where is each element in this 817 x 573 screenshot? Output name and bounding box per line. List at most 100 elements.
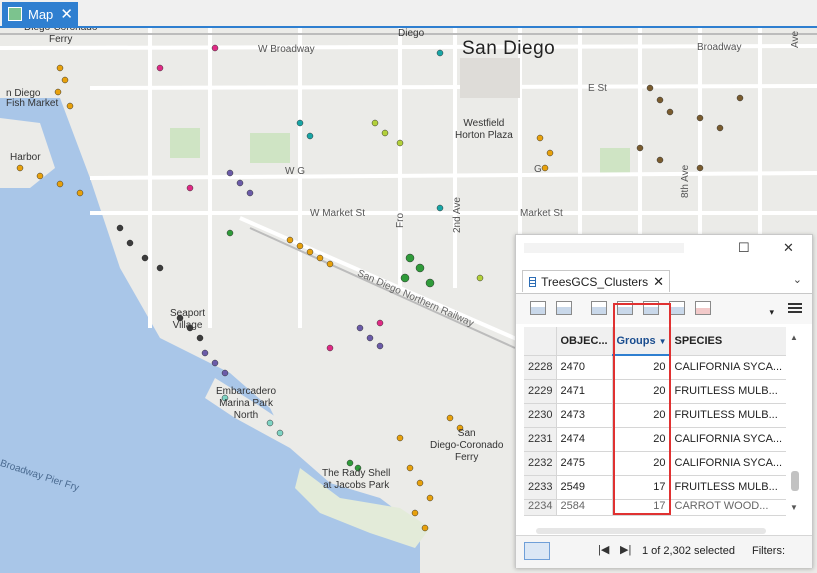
table-status-bar: |◀ ▶| 1 of 2,302 selected Filters: <box>516 535 812 568</box>
rady-shell-label: The Rady Shell at Jacobs Park <box>322 468 391 491</box>
filters-label[interactable]: Filters: <box>752 545 785 557</box>
tab-map[interactable]: Map ✕ <box>2 2 78 26</box>
scroll-up-icon[interactable]: ▲ <box>790 333 798 342</box>
table-row[interactable]: 2230 2473 20 FRUITLESS MULB... <box>524 403 786 428</box>
street-w-broadway: W Broadway <box>258 44 315 55</box>
table-icon <box>529 276 537 287</box>
embarcadero-label: Embarcadero Marina Park North <box>216 386 277 421</box>
close-icon[interactable]: ✕ <box>783 240 794 256</box>
cell-objectid[interactable]: 2584 <box>556 499 613 516</box>
city-label: San Diego <box>462 38 556 59</box>
previous-icon[interactable]: |◀ <box>598 543 609 556</box>
street-fro: Fro <box>395 213 406 228</box>
diego-small-label: Diego <box>398 28 425 39</box>
row-number[interactable]: 2234 <box>524 499 557 516</box>
table-row[interactable]: 2233 2549 17 FRUITLESS MULB... <box>524 475 786 500</box>
map-icon <box>8 7 22 21</box>
cell-groups[interactable]: 20 <box>612 451 671 476</box>
column-header-groups[interactable]: Groups ▼ <box>612 327 671 356</box>
cell-groups[interactable]: 20 <box>612 403 671 428</box>
table-row[interactable]: 2228 2470 20 CALIFORNIA SYCA... <box>524 355 786 380</box>
row-number[interactable]: 2228 <box>524 355 557 380</box>
row-number[interactable]: 2232 <box>524 451 557 476</box>
cell-objectid[interactable]: 2474 <box>556 427 613 452</box>
show-selected-records-button[interactable] <box>558 542 584 560</box>
column-header-objectid[interactable]: OBJEC... <box>556 327 613 356</box>
table-row[interactable]: 2229 2471 20 FRUITLESS MULB... <box>524 379 786 404</box>
show-all-records-button[interactable] <box>524 542 550 560</box>
tab-close-icon[interactable]: ✕ <box>653 274 664 290</box>
row-number[interactable]: 2231 <box>524 427 557 452</box>
street-g: G <box>534 164 542 175</box>
cell-objectid[interactable]: 2470 <box>556 355 613 380</box>
chevron-down-icon[interactable]: ⌄ <box>793 273 802 286</box>
add-field-icon[interactable] <box>530 301 546 315</box>
street-broadway: Broadway <box>697 42 742 53</box>
table-row[interactable]: 2234 2584 17 CARROT WOOD... <box>524 499 786 516</box>
map-view-tabbar: Map ✕ <box>0 0 817 28</box>
attribute-grid[interactable]: OBJEC... Groups ▼ SPECIES 2228 2470 20 CA… <box>524 327 786 527</box>
zoom-to-selection-icon[interactable] <box>617 301 633 315</box>
row-number[interactable]: 2233 <box>524 475 557 500</box>
vertical-scrollbar[interactable]: ▲ ▼ <box>788 327 802 527</box>
row-header-corner[interactable] <box>524 327 557 356</box>
more-dropdown-icon[interactable]: ▾ <box>769 307 774 318</box>
cell-groups[interactable]: 17 <box>612 499 671 516</box>
westfield-label: Westfield Horton Plaza <box>455 118 513 141</box>
street-market: Market St <box>520 208 563 219</box>
column-header-species[interactable]: SPECIES <box>670 327 786 356</box>
street-e-st: E St <box>588 83 607 94</box>
cell-objectid[interactable]: 2473 <box>556 403 613 428</box>
cell-species[interactable]: FRUITLESS MULB... <box>670 379 786 404</box>
scroll-thumb[interactable] <box>791 471 799 491</box>
pane-titlebar[interactable]: ☐ ✕ <box>516 235 812 263</box>
delete-selection-icon[interactable] <box>695 301 711 315</box>
cell-groups[interactable]: 20 <box>612 427 671 452</box>
ferry-label-top: Diego-Coronado Ferry <box>24 28 97 45</box>
menu-icon[interactable] <box>788 303 802 314</box>
cell-species[interactable]: CALIFORNIA SYCA... <box>670 427 786 452</box>
table-row[interactable]: 2231 2474 20 CALIFORNIA SYCA... <box>524 427 786 452</box>
table-toolbar: ▾ <box>516 293 812 324</box>
ferry-label-bottom: San Diego-Coronado Ferry <box>430 428 504 463</box>
cell-species[interactable]: FRUITLESS MULB... <box>670 475 786 500</box>
table-row[interactable]: 2232 2475 20 CALIFORNIA SYCA... <box>524 451 786 476</box>
next-icon[interactable]: ▶| <box>620 543 631 556</box>
cell-objectid[interactable]: 2549 <box>556 475 613 500</box>
row-number[interactable]: 2230 <box>524 403 557 428</box>
seaport-village-label: Seaport Village <box>170 308 206 331</box>
street-8th-ave: 8th Ave <box>680 164 691 198</box>
maximize-icon[interactable]: ☐ <box>738 240 750 256</box>
cell-species[interactable]: FRUITLESS MULB... <box>670 403 786 428</box>
cell-objectid[interactable]: 2471 <box>556 379 613 404</box>
cell-groups[interactable]: 20 <box>612 355 671 380</box>
hscroll-thumb[interactable] <box>536 528 766 534</box>
switch-selection-icon[interactable] <box>643 301 659 315</box>
cell-species[interactable]: CARROT WOOD... <box>670 499 786 516</box>
cell-groups[interactable]: 17 <box>612 475 671 500</box>
scroll-down-icon[interactable]: ▼ <box>790 503 798 512</box>
column-groups-label: Groups <box>616 334 656 347</box>
street-2nd-ave: 2nd Ave <box>452 197 463 233</box>
attribute-table-pane[interactable]: ☐ ✕ TreesGCS_Clusters ✕ ⌄ ▾ OBJEC... Gro… <box>515 234 813 568</box>
horizontal-scrollbar[interactable] <box>524 525 786 535</box>
harbor-label: Harbor <box>10 152 41 163</box>
select-by-attributes-icon[interactable] <box>591 301 607 315</box>
cell-objectid[interactable]: 2475 <box>556 451 613 476</box>
fish-market-label: Fish Market <box>6 98 59 109</box>
close-icon[interactable]: ✕ <box>60 7 73 22</box>
cell-species[interactable]: CALIFORNIA SYCA... <box>670 355 786 380</box>
clear-selection-icon[interactable] <box>669 301 685 315</box>
cell-groups[interactable]: 20 <box>612 379 671 404</box>
selection-count: 1 of 2,302 selected <box>642 545 735 557</box>
tab-map-label: Map <box>28 6 54 22</box>
calculate-field-icon[interactable] <box>556 301 572 315</box>
tab-label: TreesGCS_Clusters <box>541 274 649 289</box>
tab-treesgcs-clusters[interactable]: TreesGCS_Clusters ✕ <box>522 270 670 292</box>
cell-species[interactable]: CALIFORNIA SYCA... <box>670 451 786 476</box>
pane-drag-handle[interactable] <box>524 243 684 253</box>
row-number[interactable]: 2229 <box>524 379 557 404</box>
sort-descending-icon: ▼ <box>658 336 667 346</box>
street-w-market: W Market St <box>310 208 366 219</box>
street-w-g: W G <box>285 166 305 177</box>
